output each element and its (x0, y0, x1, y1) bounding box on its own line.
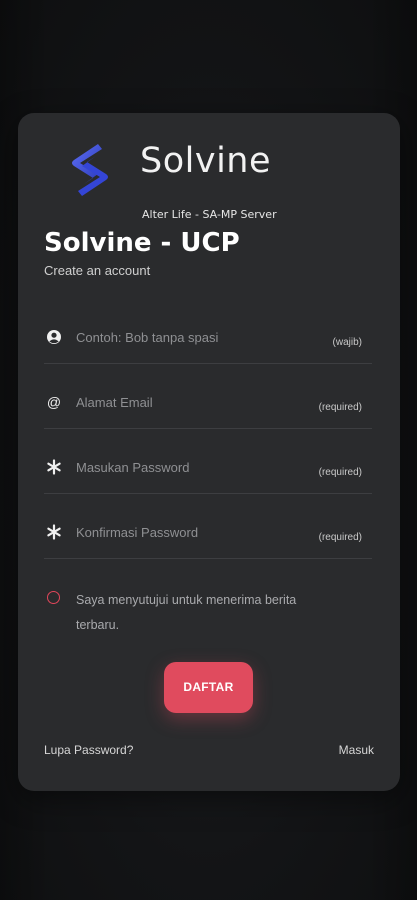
page-subtitle: Create an account (44, 263, 151, 278)
password-field: (required) (44, 449, 372, 494)
register-button[interactable]: DAFTAR (164, 662, 253, 713)
confirm-password-input[interactable] (76, 518, 316, 546)
page-title: Solvine - UCP (44, 228, 240, 258)
forgot-password-link[interactable]: Lupa Password? (44, 743, 133, 757)
username-required-hint: (wajib) (332, 337, 362, 348)
password-input[interactable] (76, 453, 316, 481)
asterisk-icon (46, 524, 62, 540)
username-field: (wajib) (44, 319, 372, 364)
brand-tagline: Alter Life - SA-MP Server (142, 208, 277, 221)
confirm-password-required-hint: (required) (318, 532, 362, 543)
email-input[interactable] (76, 388, 316, 416)
agree-label: Saya menyutujui untuk menerima berita te… (76, 593, 297, 632)
agree-radio[interactable] (47, 591, 60, 604)
username-input[interactable] (76, 323, 316, 351)
solvine-logo-icon (72, 144, 108, 196)
asterisk-icon (46, 459, 62, 475)
login-link[interactable]: Masuk (339, 743, 374, 757)
email-required-hint: (required) (318, 402, 362, 413)
newsletter-agreement: Saya menyutujui untuk menerima berita te… (44, 588, 364, 638)
password-required-hint: (required) (318, 467, 362, 478)
user-icon (46, 329, 62, 345)
brand: Solvine Alter Life - SA-MP Server (68, 141, 348, 221)
at-icon: @ (46, 394, 62, 410)
register-card: Solvine Alter Life - SA-MP Server Solvin… (18, 113, 400, 791)
email-field: @ (required) (44, 384, 372, 429)
confirm-password-field: (required) (44, 514, 372, 559)
brand-name: Solvine (140, 141, 272, 181)
